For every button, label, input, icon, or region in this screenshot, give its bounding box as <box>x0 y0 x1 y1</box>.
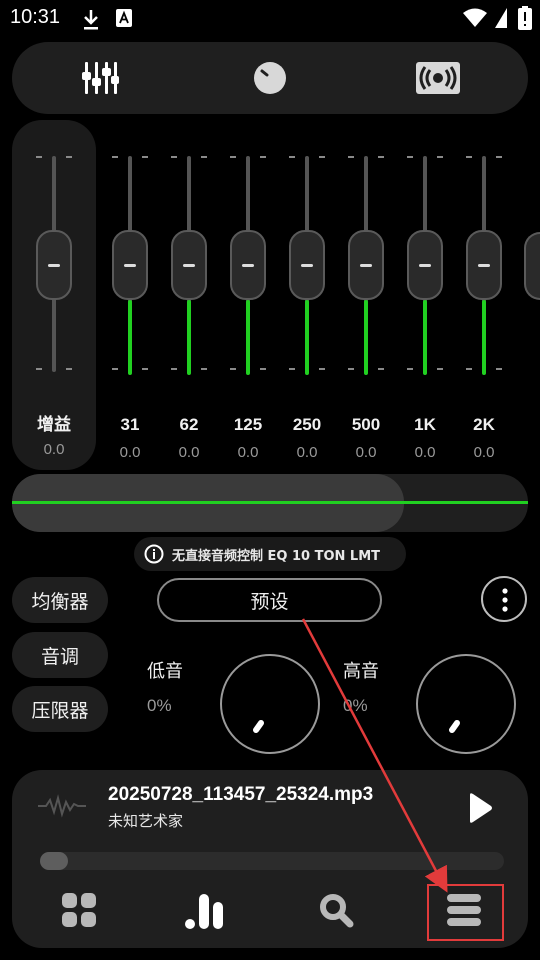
tone-button[interactable]: 音调 <box>12 632 108 678</box>
gain-label: 增益 <box>37 415 71 434</box>
eq-band-fill <box>187 300 191 375</box>
download-icon <box>84 10 98 30</box>
eq-band-value: 0.0 <box>355 444 377 461</box>
eq-band-frequency: 62 <box>179 415 199 434</box>
eq-band-slider[interactable] <box>348 150 384 378</box>
eq-band-value: 0.0 <box>414 444 436 461</box>
more-options-button[interactable] <box>481 576 527 622</box>
eq-band-slider[interactable] <box>230 150 266 378</box>
tab-tone-knob[interactable] <box>240 52 300 104</box>
eq-band-scrollbar[interactable] <box>12 474 528 532</box>
eq-curve-line <box>12 501 528 504</box>
info-chip-text: 无直接音频控制 EQ 10 TON LMT <box>172 548 381 564</box>
search-icon <box>320 894 354 928</box>
playback-progress-bar[interactable] <box>40 852 504 870</box>
status-bar: 10:31 <box>0 0 540 40</box>
equalizer-button[interactable]: 均衡器 <box>12 577 108 623</box>
eq-band-fill <box>246 300 250 375</box>
eq-band-knob[interactable] <box>407 230 443 300</box>
info-chip[interactable]: 无直接音频控制 EQ 10 TON LMT <box>134 537 406 571</box>
equalizer-sliders-icon <box>82 62 119 94</box>
battery-icon <box>518 6 532 30</box>
play-button[interactable] <box>462 790 498 826</box>
eq-band-knob[interactable] <box>289 230 325 300</box>
eq-band-frequency: 1K <box>414 415 436 434</box>
signal-icon <box>495 8 507 28</box>
gain-value: 0.0 <box>43 441 65 458</box>
eq-band-knob[interactable] <box>348 230 384 300</box>
surround-speaker-icon <box>416 62 460 94</box>
eq-band-value: 0.0 <box>119 444 141 461</box>
treble-value: 0% <box>343 696 368 715</box>
eq-band-frequency: 2K <box>473 415 495 434</box>
eq-band-value: 0.0 <box>296 444 318 461</box>
waveform-icon <box>38 794 86 818</box>
eq-band-slider[interactable] <box>112 150 148 378</box>
track-artist: 未知艺术家 <box>108 812 184 830</box>
wifi-icon <box>463 8 487 27</box>
eq-slider-knob-partial[interactable] <box>524 232 540 300</box>
bass-value: 0% <box>147 696 172 715</box>
bass-label: 低音 <box>147 661 183 682</box>
bass-knob[interactable] <box>220 654 320 754</box>
app-notification-icon <box>116 9 132 27</box>
eq-band-frequency: 125 <box>233 415 263 434</box>
eq-band-value: 0.0 <box>473 444 495 461</box>
nav-search-button[interactable] <box>310 884 362 936</box>
nav-library-button[interactable] <box>53 884 105 936</box>
treble-knob[interactable] <box>416 654 516 754</box>
eq-band-frequency: 31 <box>120 415 140 434</box>
tab-surround[interactable] <box>408 52 468 104</box>
annotation-highlight-box <box>427 884 504 941</box>
gain-slider[interactable] <box>36 150 72 378</box>
eq-band-knob[interactable] <box>230 230 266 300</box>
status-time: 10:31 <box>10 6 61 28</box>
bars-chart-icon <box>185 894 223 929</box>
eq-band-fill <box>128 300 132 375</box>
eq-band-slider[interactable] <box>407 150 443 378</box>
eq-band-slider[interactable] <box>171 150 207 378</box>
eq-band-value: 0.0 <box>237 444 259 461</box>
eq-band-fill <box>423 300 427 375</box>
nav-equalizer-button[interactable] <box>180 884 232 936</box>
more-vertical-icon <box>502 588 508 612</box>
knob-icon <box>254 62 286 94</box>
eq-band-fill <box>364 300 368 375</box>
eq-band-slider[interactable] <box>289 150 325 378</box>
eq-band-knob[interactable] <box>466 230 502 300</box>
playback-progress-fill <box>40 852 68 870</box>
eq-band-value: 0.0 <box>178 444 200 461</box>
grid-icon <box>62 893 96 927</box>
eq-band-frequency: 250 <box>292 415 322 434</box>
top-tab-bar <box>12 42 528 114</box>
info-icon <box>144 544 164 564</box>
tab-equalizer[interactable] <box>70 52 130 104</box>
bass-knob-indicator <box>253 720 264 733</box>
eq-band-knob[interactable] <box>112 230 148 300</box>
eq-band-fill <box>305 300 309 375</box>
eq-band-frequency: 500 <box>351 415 381 434</box>
track-title[interactable]: 20250728_113457_25324.mp3 <box>108 784 373 806</box>
gain-slider-knob[interactable] <box>36 230 72 300</box>
eq-band-fill <box>482 300 486 375</box>
eq-band-slider[interactable] <box>466 150 502 378</box>
play-icon <box>470 793 492 823</box>
preset-button[interactable]: 预设 <box>157 578 382 622</box>
limiter-button[interactable]: 压限器 <box>12 686 108 732</box>
treble-label: 高音 <box>343 661 379 682</box>
treble-knob-indicator <box>449 720 460 733</box>
eq-band-knob[interactable] <box>171 230 207 300</box>
